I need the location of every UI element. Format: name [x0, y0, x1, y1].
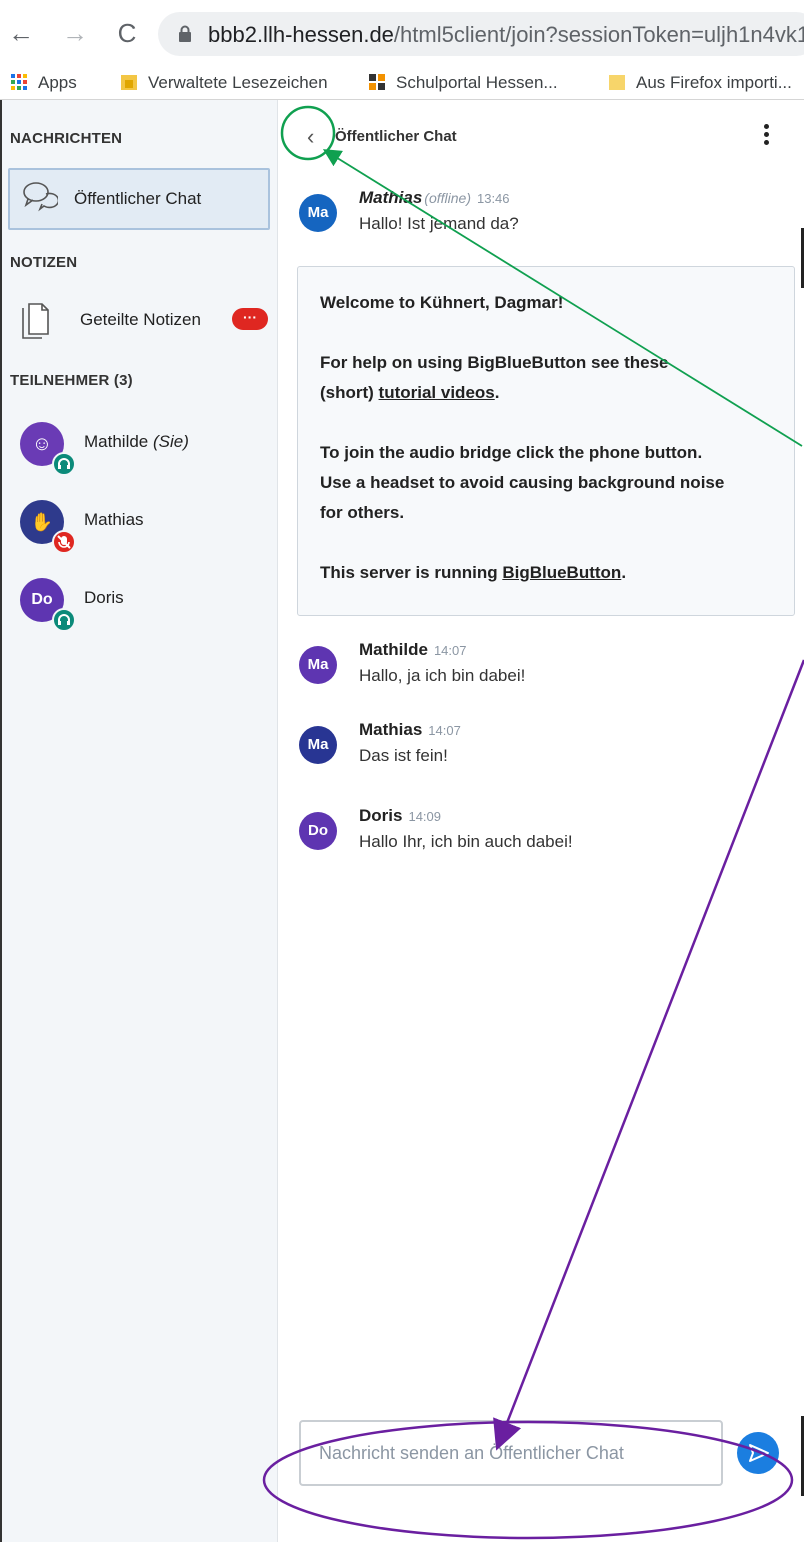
sidebar-item-public-chat[interactable]: Öffentlicher Chat — [8, 168, 270, 230]
participant-mathilde[interactable]: ☺ Mathilde (Sie) — [20, 422, 270, 478]
message-text: Hallo! Ist jemand da? — [359, 214, 519, 233]
bookmark-label: Apps — [38, 73, 77, 92]
message-author: Mathias — [359, 720, 423, 739]
back-arrow-icon[interactable]: ← — [6, 18, 36, 48]
chat-message: Ma Mathias (offline) 13:46 Hallo! Ist jema… — [299, 188, 769, 248]
welcome-line1-name: Kühnert, Dagmar! — [419, 293, 564, 312]
welcome-line: for others. — [320, 503, 405, 522]
avatar: Ma — [299, 194, 337, 232]
chat-panel: ‹ Öffentlicher Chat Ma Mathias (offline) 1… — [279, 100, 799, 1542]
folder-icon — [121, 75, 137, 90]
welcome-line: Welcome to Kühnert, Dagmar! — [320, 293, 563, 313]
message-author: Mathias — [359, 188, 423, 207]
message-header: Mathias 14:07 — [359, 720, 461, 740]
sidebar-item-label: Geteilte Notizen — [80, 310, 201, 329]
url-host: bbb2.llh-hessen.de — [208, 22, 394, 47]
avatar: Do — [299, 812, 337, 850]
message-time: 14:09 — [408, 809, 442, 824]
bookmark-apps[interactable]: Apps — [10, 70, 77, 96]
schulportal-icon — [369, 74, 385, 90]
sidebar-item-label: Öffentlicher Chat — [74, 189, 202, 208]
muted-mic-icon — [52, 530, 76, 554]
message-input[interactable] — [301, 1422, 721, 1484]
apps-grid-icon — [11, 74, 27, 90]
participant-name: Mathilde (Sie) — [84, 432, 189, 452]
chat-message: Ma Mathilde 14:07 Hallo, ja ich bin dabei… — [299, 640, 769, 700]
bookmark-label: Aus Firefox importi... — [636, 73, 792, 92]
chat-message: Do Doris 14:09 Hallo Ihr, ich bin auch da… — [299, 806, 769, 866]
tutorial-videos-link[interactable]: tutorial videos — [379, 383, 495, 402]
participant-name: Mathias — [84, 510, 144, 529]
headset-icon — [52, 452, 76, 476]
sidebar: NACHRICHTEN Öffentlicher Chat NOTIZEN Ge… — [2, 100, 278, 1542]
reload-icon[interactable]: C — [112, 18, 142, 48]
bookmark-verwaltete[interactable]: Verwaltete Lesezeichen — [120, 70, 328, 96]
message-text: Das ist fein! — [359, 746, 448, 765]
participant-mathias[interactable]: ✋ Mathias — [20, 500, 270, 556]
welcome-line: (short) tutorial videos. — [320, 383, 499, 403]
message-time: 14:07 — [428, 723, 461, 738]
chat-title: Öffentlicher Chat — [335, 128, 457, 145]
messages-section-title: NACHRICHTEN — [10, 130, 123, 147]
chevron-left-icon[interactable]: ‹ — [307, 124, 314, 150]
avatar: Ma — [299, 726, 337, 764]
message-time: 14:07 — [433, 643, 467, 658]
welcome-line: This server is running BigBlueButton. — [320, 563, 626, 583]
welcome-line3-suffix: . — [494, 383, 500, 402]
url-text: bbb2.llh-hessen.de/html5client/join?sess… — [208, 22, 804, 48]
message-header: Doris 14:09 — [359, 806, 441, 826]
welcome-line7-suffix: . — [621, 563, 627, 582]
message-author: Doris — [359, 806, 403, 825]
bookmark-firefox[interactable]: Aus Firefox importi... — [608, 70, 792, 96]
participant-name: Doris — [84, 588, 124, 607]
welcome-line1-prefix: Welcome to — [320, 293, 420, 312]
chat-message: Ma Mathias 14:07 Das ist fein! — [299, 720, 769, 780]
notes-unread-badge: ··· — [232, 308, 268, 330]
sidebar-item-shared-notes[interactable]: Geteilte Notizen — [8, 290, 270, 352]
welcome-line: Use a headset to avoid causing backgroun… — [320, 473, 725, 492]
lock-icon — [179, 25, 191, 42]
chat-bubbles-icon — [23, 182, 58, 212]
message-composer — [299, 1420, 723, 1486]
presentation-edge — [799, 100, 804, 1542]
browser-toolbar: ← → C bbb2.llh-hessen.de/html5client/joi… — [0, 0, 804, 66]
headset-icon — [52, 608, 76, 632]
avatar: Ma — [299, 646, 337, 684]
url-path: /html5client/join?sessionToken=uljh1n4vk… — [393, 22, 804, 47]
message-header: Mathias (offline) 13:46 — [359, 188, 510, 208]
welcome-line: For help on using BigBlueButton see thes… — [320, 353, 669, 372]
address-bar[interactable]: bbb2.llh-hessen.de/html5client/join?sess… — [158, 12, 804, 56]
bookmark-label: Verwaltete Lesezeichen — [148, 73, 328, 92]
bookmark-schulportal[interactable]: Schulportal Hessen... — [368, 70, 558, 96]
message-text: Hallo, ja ich bin dabei! — [359, 666, 526, 685]
bigbluebutton-link[interactable]: BigBlueButton — [502, 563, 621, 582]
send-icon — [749, 1444, 769, 1462]
bookmark-label: Schulportal Hessen... — [396, 73, 558, 92]
send-button[interactable] — [737, 1432, 779, 1474]
participants-section-title: TEILNEHMER (3) — [10, 372, 133, 389]
message-text: Hallo Ihr, ich bin auch dabei! — [359, 832, 573, 851]
message-header: Mathilde 14:07 — [359, 640, 467, 660]
offline-label: (offline) — [424, 190, 471, 206]
notes-section-title: NOTIZEN — [10, 254, 78, 271]
participant-you-suffix: (Sie) — [153, 432, 189, 451]
bbb-app: NACHRICHTEN Öffentlicher Chat NOTIZEN Ge… — [0, 100, 804, 1542]
more-options-icon[interactable] — [763, 124, 769, 148]
welcome-line: To join the audio bridge click the phone… — [320, 443, 703, 462]
welcome-line7-prefix: This server is running — [320, 563, 503, 582]
message-time: 13:46 — [476, 191, 510, 206]
participant-name-text: Mathilde — [84, 432, 149, 451]
welcome-line3-prefix: (short) — [320, 383, 379, 402]
participant-doris[interactable]: Do Doris — [20, 578, 270, 634]
folder-icon — [609, 75, 625, 90]
message-author: Mathilde — [359, 640, 428, 659]
chat-header: ‹ Öffentlicher Chat — [279, 100, 799, 164]
bookmarks-bar: Apps Verwaltete Lesezeichen Schulportal … — [0, 66, 804, 100]
document-icon — [22, 303, 49, 339]
welcome-message: Welcome to Kühnert, Dagmar! For help on … — [297, 266, 795, 616]
forward-arrow-icon[interactable]: → — [60, 18, 90, 48]
